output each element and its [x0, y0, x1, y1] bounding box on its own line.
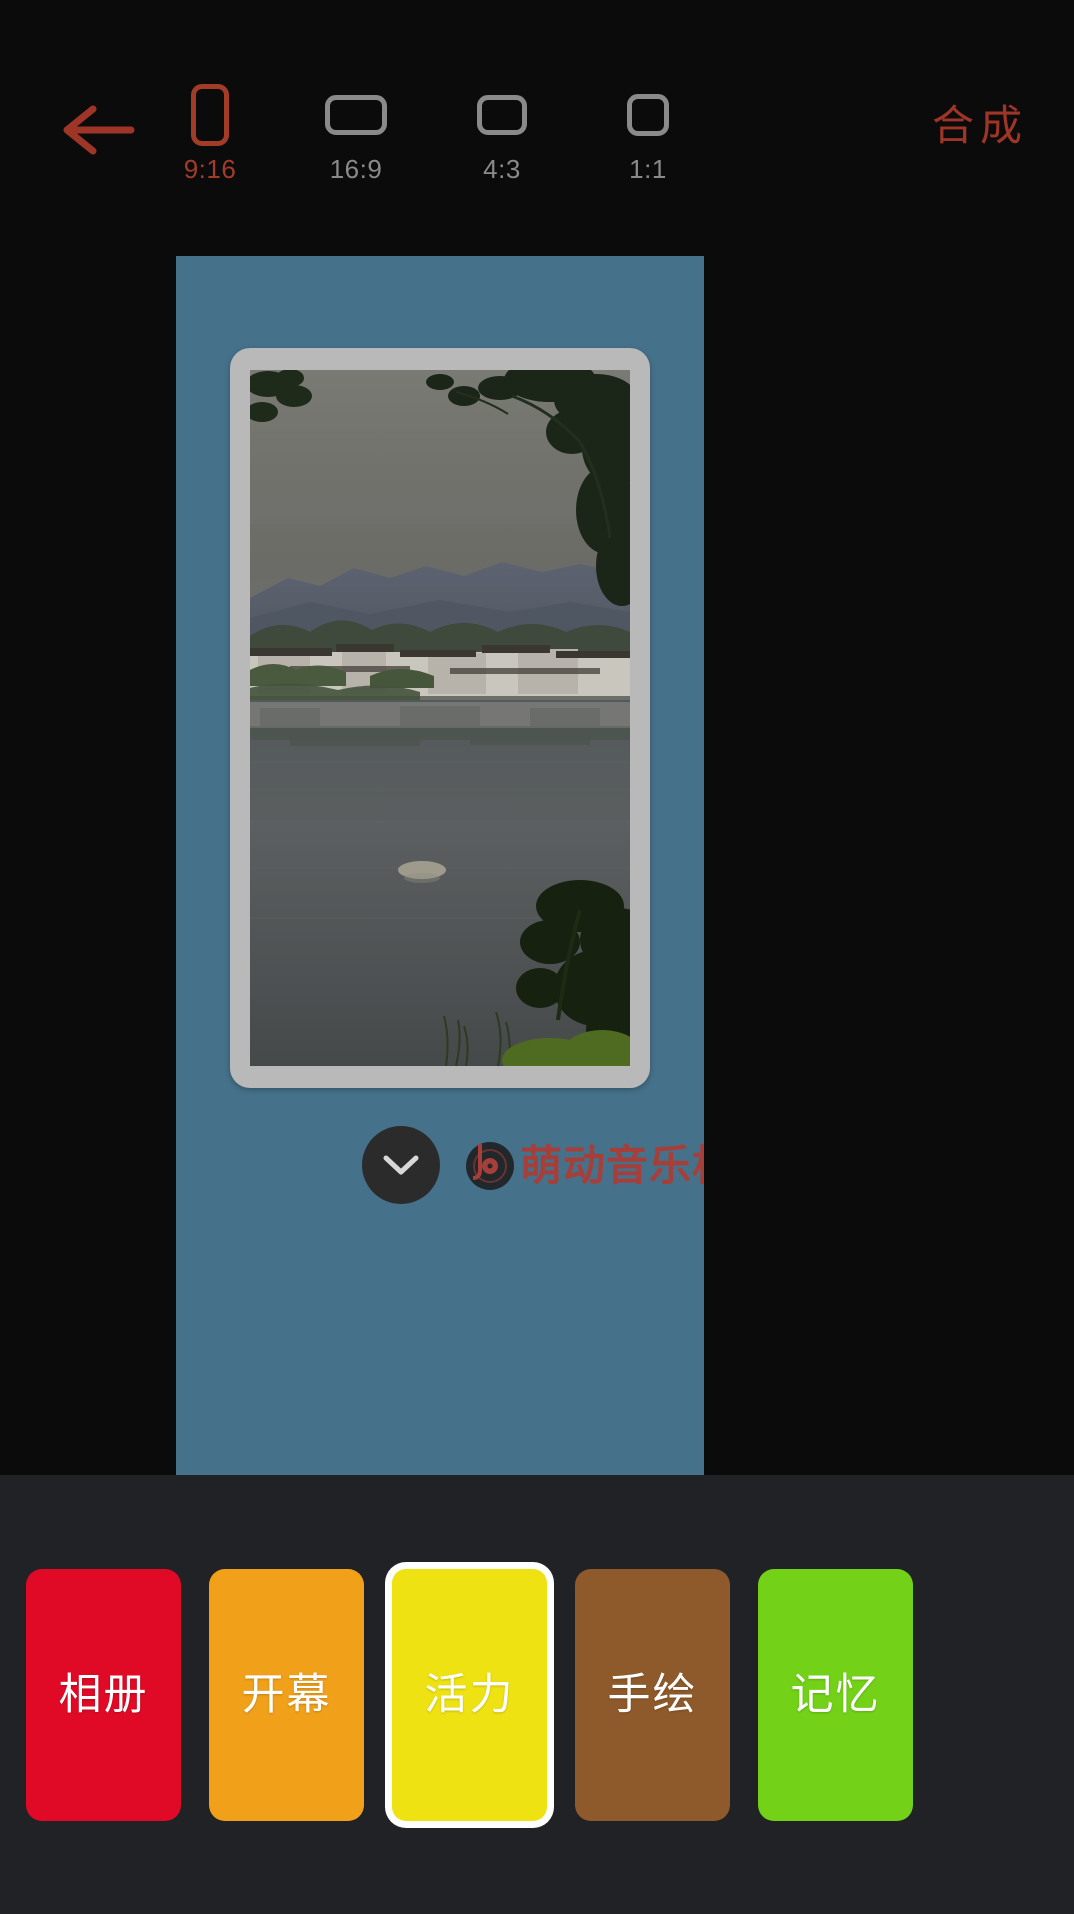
chevron-down-icon	[382, 1153, 420, 1177]
ratio-option-1-1[interactable]: 1:1	[588, 80, 708, 190]
ratio-label-1-1: 1:1	[629, 154, 667, 184]
top-toolbar: 9:16 16:9 4:3 1:1 合成	[0, 0, 1074, 200]
ratio-label-4-3: 4:3	[483, 154, 521, 184]
arrow-left-icon	[61, 103, 135, 157]
square-rect-icon	[627, 80, 669, 150]
theme-label: 相册	[58, 1671, 149, 1719]
app-root: 9:16 16:9 4:3 1:1 合成 萌动音乐 相册 开幕 活力 手绘 记忆	[0, 0, 1074, 1914]
theme-card-shouhui[interactable]: 手绘	[575, 1569, 730, 1821]
preview-stage: 萌动音乐相册	[0, 200, 1074, 1475]
collapse-panel-button[interactable]	[362, 1126, 440, 1204]
photo-image	[250, 370, 630, 1066]
ratio-label-16-9: 16:9	[329, 154, 383, 184]
portrait-rect-icon	[191, 80, 229, 150]
theme-list[interactable]: 相册 开幕 活力 手绘 记忆	[0, 1545, 1074, 1845]
theme-label: 活力	[424, 1671, 515, 1719]
back-button[interactable]	[52, 95, 144, 165]
ratio-option-16-9[interactable]: 16:9	[296, 80, 416, 190]
theme-bar: 相册 开幕 活力 手绘 记忆	[0, 1475, 1074, 1914]
theme-card-huoli[interactable]: 活力	[392, 1569, 547, 1821]
ratio-label-9-16: 9:16	[183, 154, 237, 184]
landscape-rect-icon	[477, 80, 527, 150]
theme-label: 开幕	[241, 1671, 332, 1719]
compose-button[interactable]: 合成	[932, 96, 1028, 156]
theme-card-jiyi[interactable]: 记忆	[758, 1569, 913, 1821]
landscape-rect-icon	[325, 80, 387, 150]
photo-frame[interactable]	[230, 348, 650, 1088]
theme-card-xiangce[interactable]: 相册	[26, 1569, 181, 1821]
vinyl-record-icon	[464, 1140, 516, 1192]
theme-card-kaimu[interactable]: 开幕	[209, 1569, 364, 1821]
preview-canvas[interactable]: 萌动音乐相册	[176, 256, 704, 1475]
watermark: 萌动音乐相册	[464, 1140, 704, 1192]
theme-label: 记忆	[790, 1671, 881, 1719]
aspect-ratio-selector: 9:16 16:9 4:3 1:1	[150, 80, 710, 190]
watermark-text: 萌动音乐相册	[520, 1142, 704, 1189]
ratio-option-4-3[interactable]: 4:3	[442, 80, 562, 190]
theme-label: 手绘	[607, 1671, 698, 1719]
ratio-option-9-16[interactable]: 9:16	[150, 80, 270, 190]
